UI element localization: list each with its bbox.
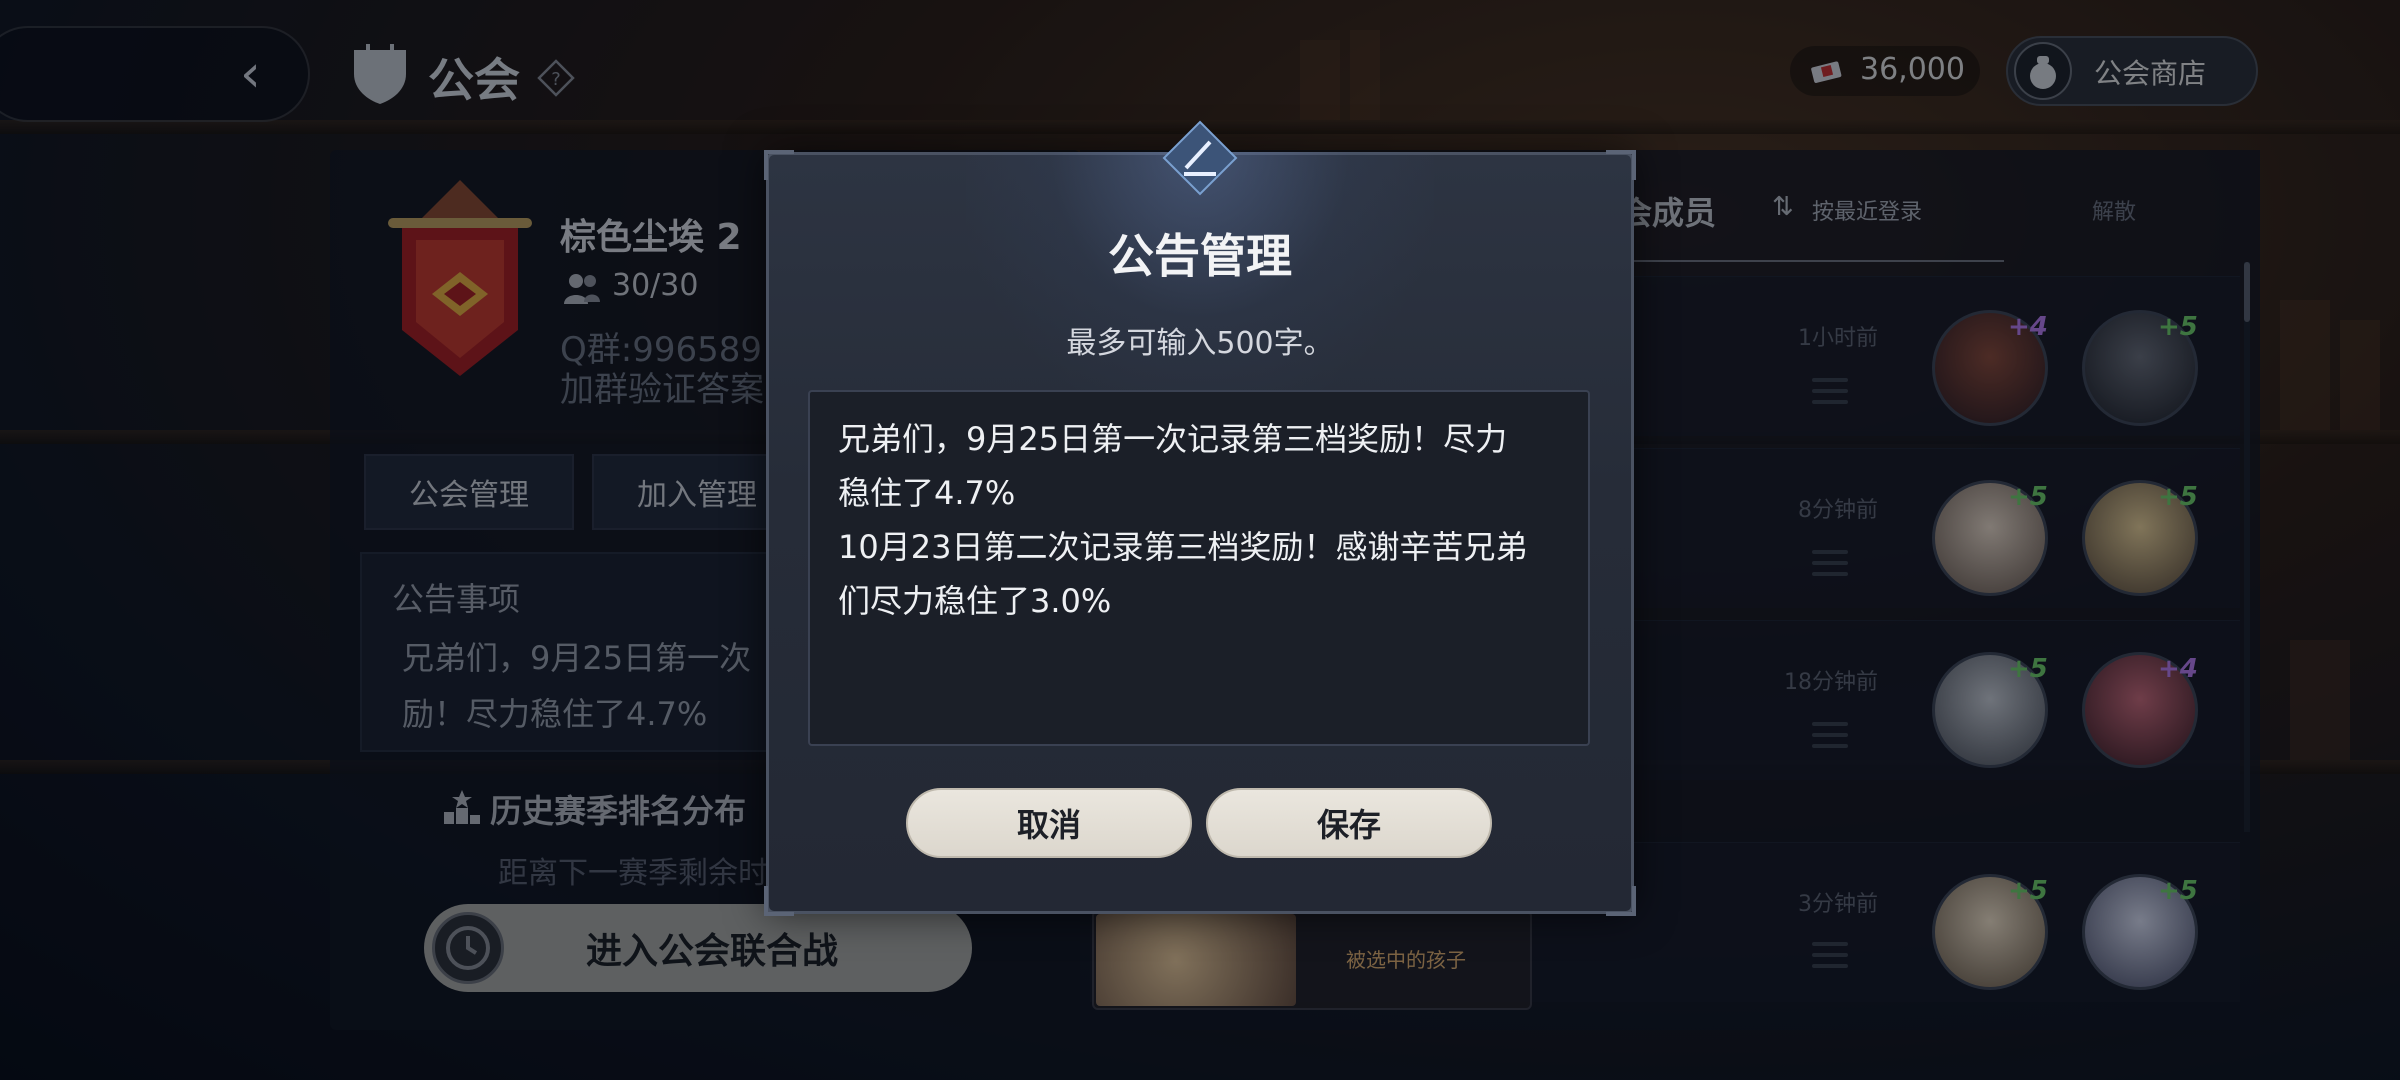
dialog-char-limit-hint: 最多可输入500字。 bbox=[1066, 326, 1334, 361]
edit-emblem-icon bbox=[1162, 120, 1238, 196]
save-button[interactable]: 保存 bbox=[1206, 788, 1492, 858]
cancel-button[interactable]: 取消 bbox=[906, 788, 1192, 858]
notice-text-input[interactable]: 兄弟们，9月25日第一次记录第三档奖励！尽力 稳住了4.7% 10月23日第二次… bbox=[808, 390, 1590, 746]
dialog-corner bbox=[764, 886, 794, 916]
dialog-corner bbox=[1606, 886, 1636, 916]
dialog-corner bbox=[1606, 150, 1636, 180]
dialog-corner bbox=[764, 150, 794, 180]
dialog-title: 公告管理 bbox=[1108, 229, 1292, 283]
